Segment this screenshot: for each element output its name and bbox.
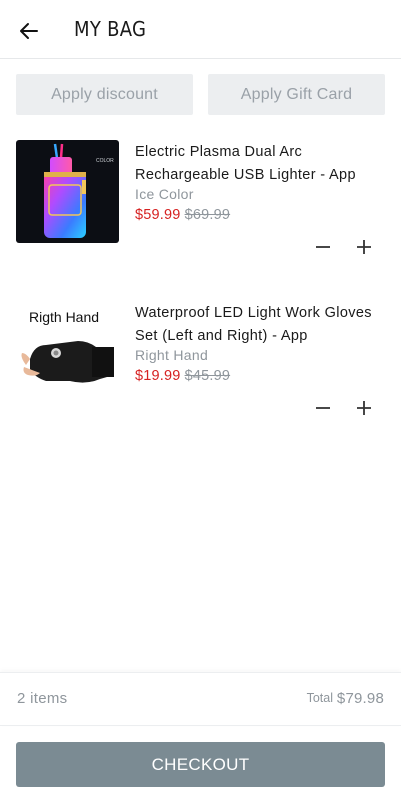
product-name[interactable]: Waterproof LED Light Work Gloves Set (Le… (135, 302, 391, 348)
decrease-quantity-button[interactable] (310, 395, 336, 421)
original-price: $45.99 (184, 368, 231, 384)
cart-item: Rigth Hand Waterproof LED Light Work Glo… (0, 300, 401, 430)
total-label: Total (306, 691, 333, 705)
product-image-lighter[interactable]: COLOR (16, 140, 119, 243)
decrease-quantity-button[interactable] (310, 234, 336, 260)
plus-icon (357, 401, 371, 415)
gloves-image: Rigth Hand (16, 301, 119, 404)
back-button[interactable] (14, 16, 44, 46)
order-summary: 2 items Total $79.98 (0, 672, 401, 726)
sale-price: $59.99 (135, 207, 181, 223)
page-title: MY BAG (74, 17, 147, 41)
sale-price: $19.99 (135, 368, 181, 384)
price-row: $59.99 $69.99 (135, 207, 230, 223)
product-image-gloves[interactable]: Rigth Hand (16, 301, 119, 404)
original-price: $69.99 (184, 207, 231, 223)
item-count: 2 items (17, 690, 68, 707)
increase-quantity-button[interactable] (351, 395, 377, 421)
minus-icon (316, 407, 330, 409)
lighter-image-label: COLOR (96, 158, 114, 164)
gloves-image-label: Rigth Hand (29, 309, 99, 325)
product-variant: Right Hand (135, 347, 209, 363)
app-header: MY BAG (0, 0, 401, 59)
increase-quantity-button[interactable] (351, 234, 377, 260)
product-variant: Ice Color (135, 186, 194, 202)
minus-icon (316, 246, 330, 248)
arrow-left-icon (20, 23, 38, 39)
lighter-image: COLOR (16, 140, 119, 243)
checkout-button[interactable]: CHECKOUT (16, 742, 385, 787)
apply-gift-card-button[interactable]: Apply Gift Card (208, 74, 385, 115)
product-name[interactable]: Electric Plasma Dual Arc Rechargeable US… (135, 141, 391, 187)
apply-discount-button[interactable]: Apply discount (16, 74, 193, 115)
plus-icon (357, 240, 371, 254)
total-value: $79.98 (336, 690, 384, 707)
price-row: $19.99 $45.99 (135, 368, 230, 384)
cart-item: COLOR Electric Plasma Dual Arc Rechargea… (0, 139, 401, 269)
